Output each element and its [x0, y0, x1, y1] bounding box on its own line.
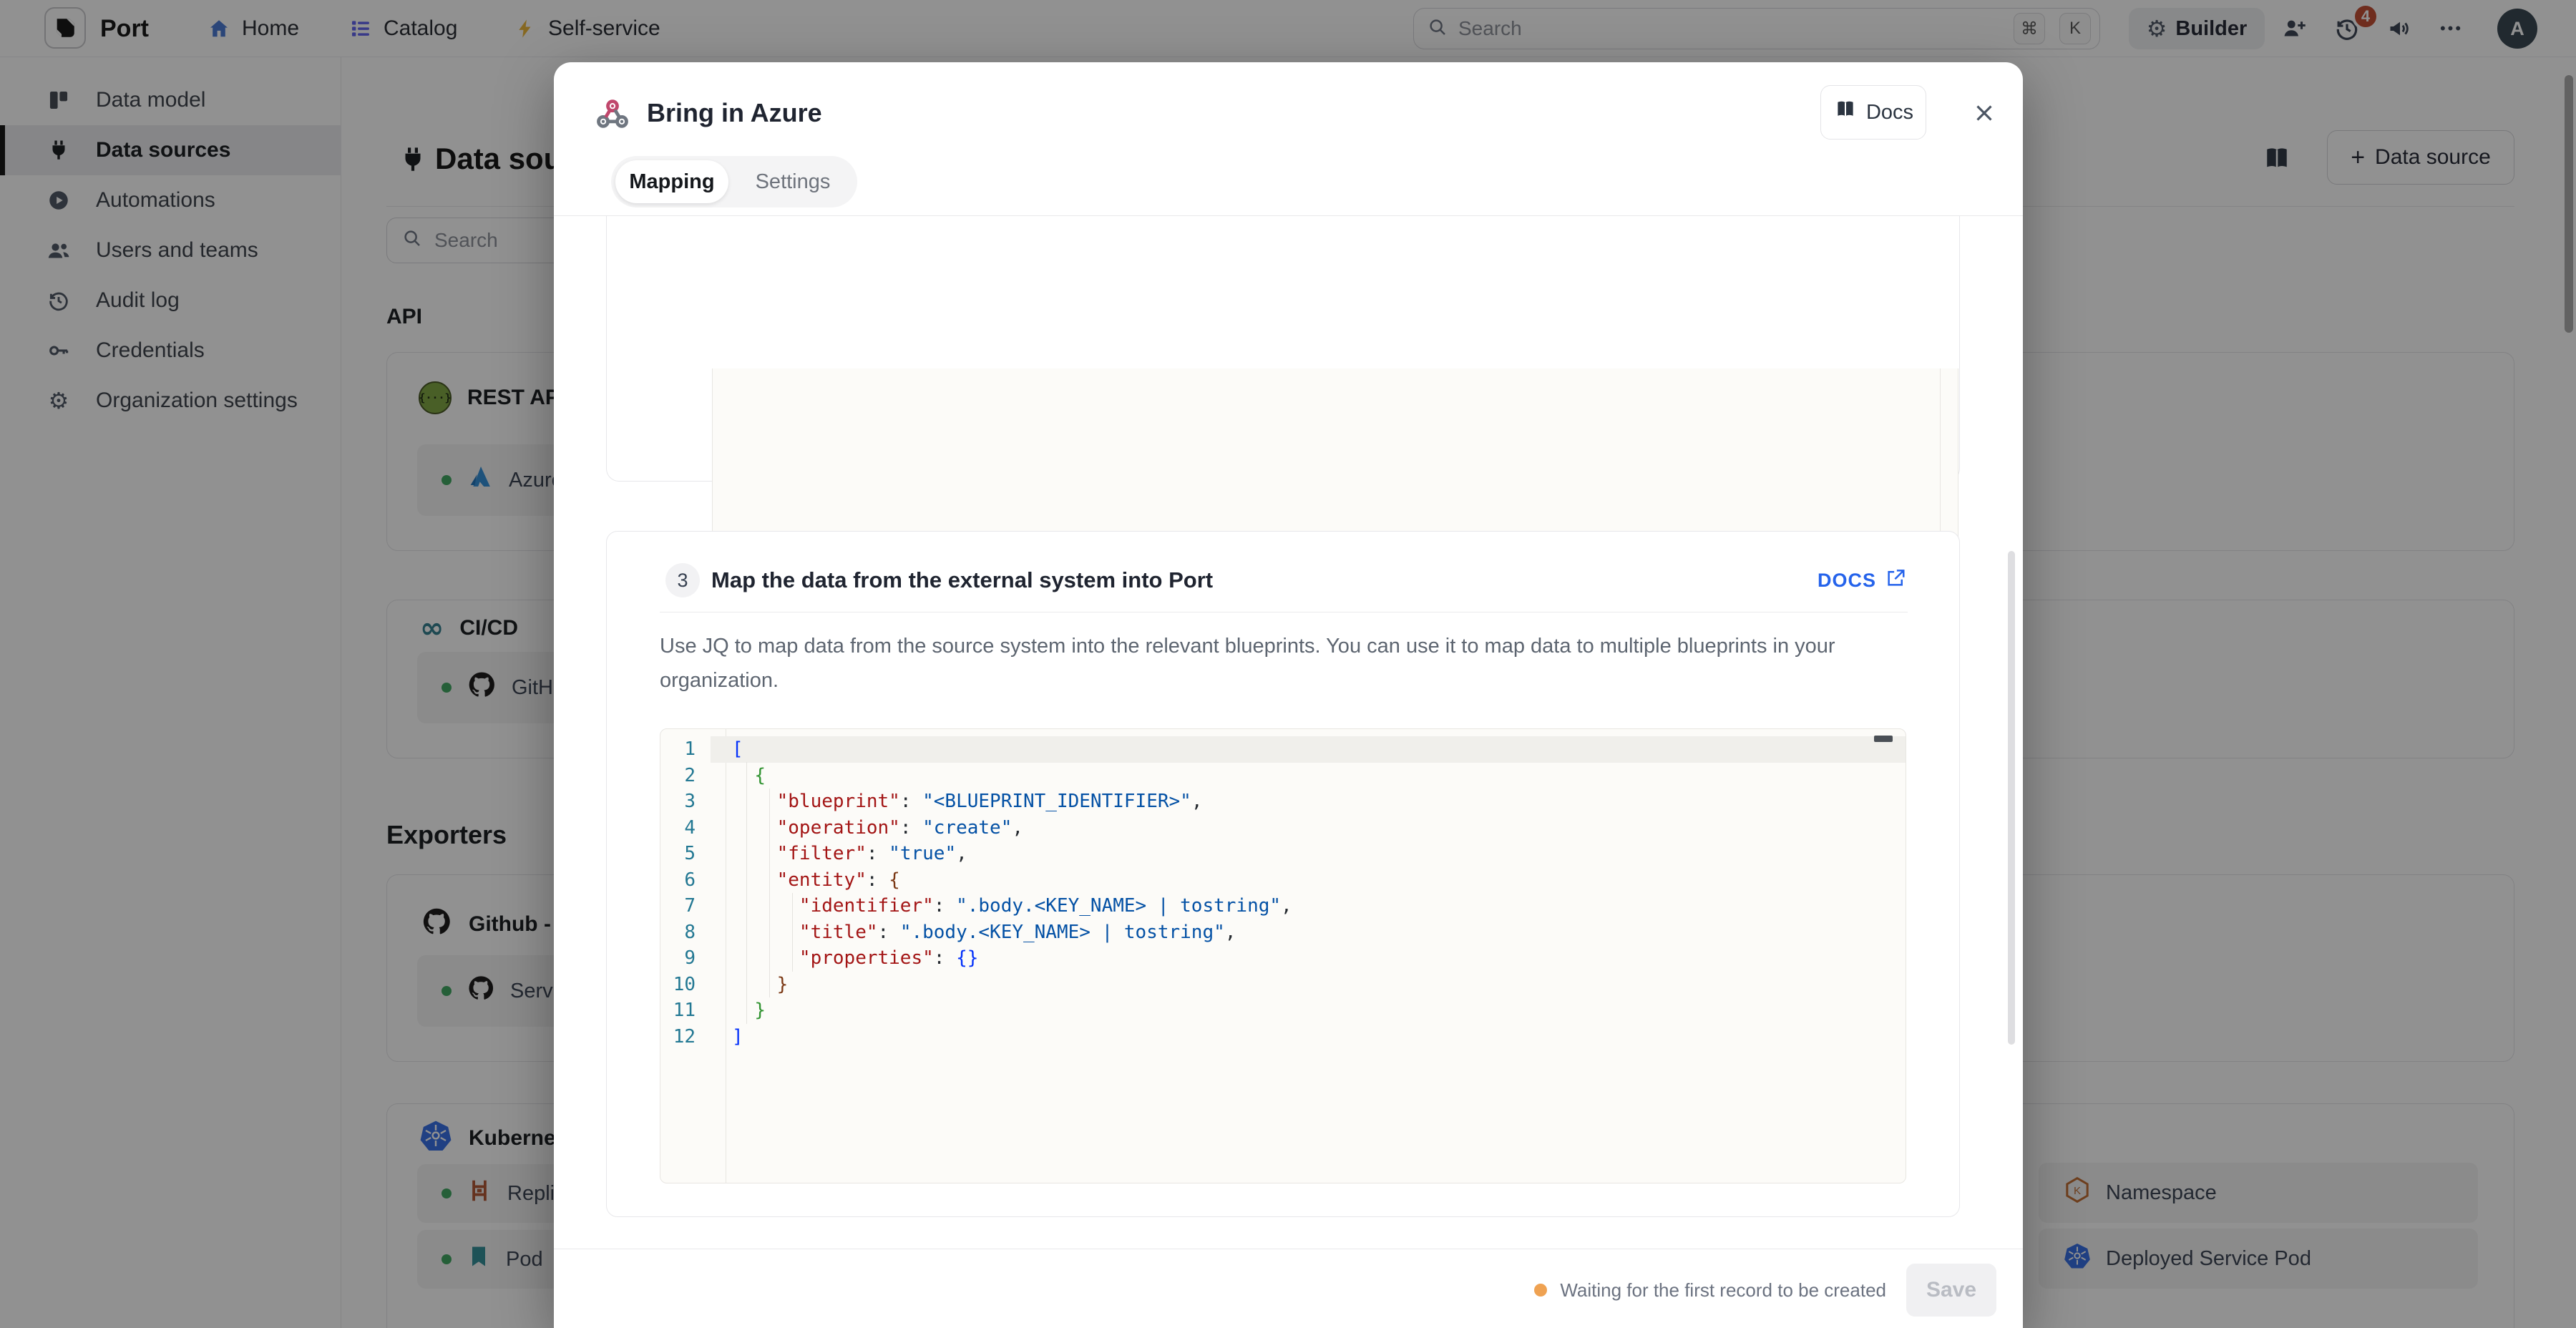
status-dot-orange — [1534, 1284, 1547, 1297]
code-text: "title": ".body.<KEY_NAME> | tostring", — [711, 919, 1906, 946]
modal-docs-button[interactable]: Docs — [1820, 85, 1926, 140]
modal-close-button[interactable] — [1968, 97, 2001, 130]
overview-ruler-mark — [1874, 736, 1893, 742]
close-icon — [1971, 99, 1998, 127]
line-number: 2 — [660, 765, 711, 786]
line-number: 9 — [660, 947, 711, 969]
modal-footer: Waiting for the first record to be creat… — [1534, 1260, 1996, 1320]
webhook-icon — [594, 95, 631, 136]
code-text: [ — [711, 736, 1906, 763]
step-title: Map the data from the external system in… — [711, 563, 1213, 597]
jq-mapping-code-editor[interactable]: 1[2 {3 "blueprint": "<BLUEPRINT_IDENTIFI… — [660, 728, 1906, 1183]
code-text: "filter": "true", — [711, 841, 1906, 867]
line-number: 6 — [660, 869, 711, 891]
code-line[interactable]: 11 } — [660, 997, 1906, 1024]
step-docs-link[interactable]: DOCS — [1818, 563, 1906, 597]
code-line[interactable]: 2 { — [660, 763, 1906, 789]
tab-mapping[interactable]: Mapping — [615, 160, 728, 203]
line-number: 5 — [660, 843, 711, 864]
code-line[interactable]: 7 "identifier": ".body.<KEY_NAME> | tost… — [660, 893, 1906, 919]
external-link-icon — [1885, 567, 1906, 594]
step-description: Use JQ to map data from the source syste… — [660, 629, 1890, 698]
line-number: 10 — [660, 974, 711, 995]
line-number: 11 — [660, 1000, 711, 1021]
previous-step-card — [606, 215, 1960, 482]
modal-title: Bring in Azure — [647, 94, 822, 132]
code-line[interactable]: 12] — [660, 1024, 1906, 1050]
line-number: 12 — [660, 1026, 711, 1048]
code-lines: 1[2 {3 "blueprint": "<BLUEPRINT_IDENTIFI… — [660, 736, 1906, 1050]
code-line[interactable]: 1[ — [660, 736, 1906, 763]
code-line[interactable]: 6 "entity": { — [660, 867, 1906, 894]
indent-guide — [792, 893, 793, 972]
code-line[interactable]: 10 } — [660, 972, 1906, 998]
step-number: 3 — [665, 563, 700, 597]
bring-in-azure-modal: Bring in Azure Docs Mapping Settings 3 M… — [554, 62, 2023, 1328]
modal-scrollbar-thumb[interactable] — [2008, 551, 2015, 1045]
code-text: ] — [711, 1024, 1906, 1050]
code-line[interactable]: 5 "filter": "true", — [660, 841, 1906, 867]
code-line[interactable]: 4 "operation": "create", — [660, 815, 1906, 841]
line-number: 1 — [660, 738, 711, 760]
code-text: } — [711, 997, 1906, 1024]
modal-tabs: Mapping Settings — [611, 156, 857, 208]
indent-guide — [769, 788, 770, 997]
code-line[interactable]: 3 "blueprint": "<BLUEPRINT_IDENTIFIER>", — [660, 788, 1906, 815]
code-text: "identifier": ".body.<KEY_NAME> | tostri… — [711, 893, 1906, 919]
tab-settings[interactable]: Settings — [737, 160, 849, 203]
docs-link-label: DOCS — [1818, 570, 1876, 592]
line-number: 8 — [660, 922, 711, 943]
code-text: "properties": {} — [711, 945, 1906, 972]
save-button[interactable]: Save — [1906, 1264, 1996, 1317]
code-text: } — [711, 972, 1906, 998]
status-text: Waiting for the first record to be creat… — [1560, 1279, 1886, 1302]
line-number: 7 — [660, 895, 711, 917]
code-text: { — [711, 763, 1906, 789]
line-number: 3 — [660, 791, 711, 812]
code-text: "blueprint": "<BLUEPRINT_IDENTIFIER>", — [711, 788, 1906, 815]
code-line[interactable]: 8 "title": ".body.<KEY_NAME> | tostring"… — [660, 919, 1906, 946]
step-3-card: 3 Map the data from the external system … — [606, 531, 1960, 1217]
code-text: "operation": "create", — [711, 815, 1906, 841]
modal-docs-label: Docs — [1866, 101, 1913, 125]
book-icon — [1833, 97, 1858, 127]
code-text: "entity": { — [711, 867, 1906, 894]
line-number: 4 — [660, 817, 711, 839]
indent-guide — [746, 762, 747, 1024]
code-line[interactable]: 9 "properties": {} — [660, 945, 1906, 972]
